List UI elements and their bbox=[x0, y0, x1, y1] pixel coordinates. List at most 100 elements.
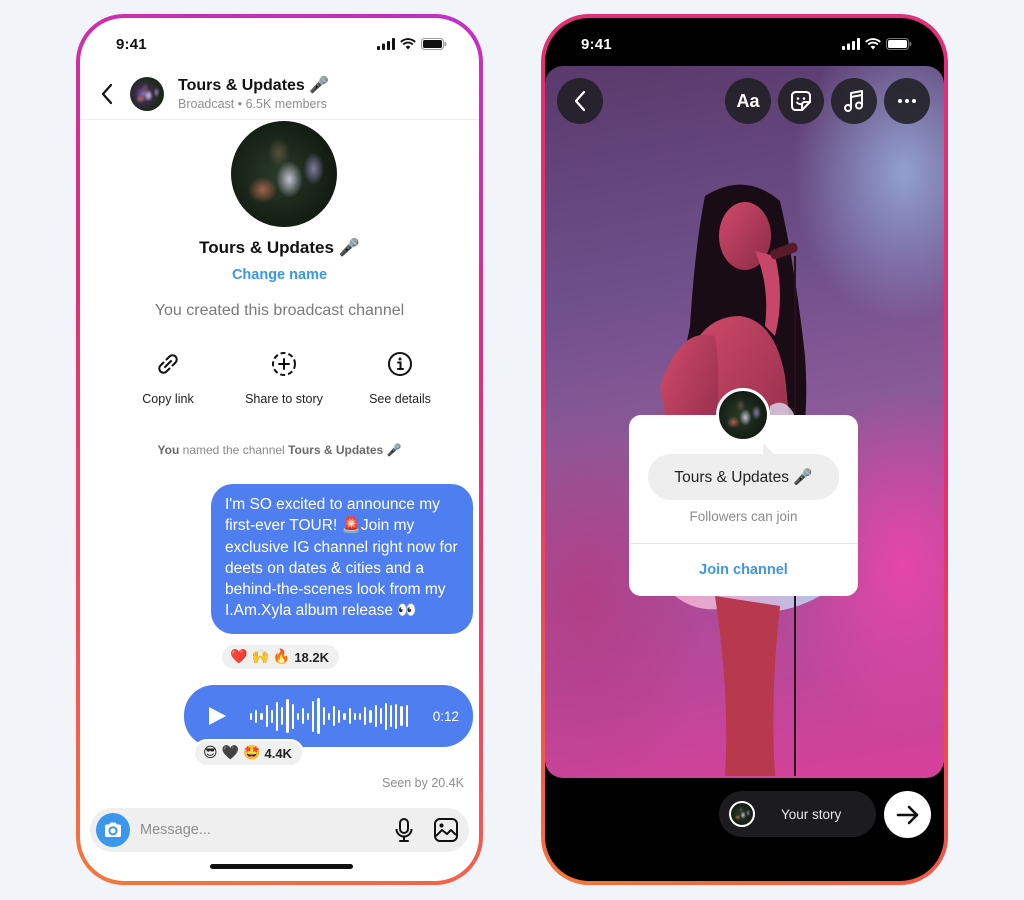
waveform-bar bbox=[374, 705, 377, 727]
battery-icon bbox=[886, 38, 912, 50]
see-details-button[interactable]: See details bbox=[342, 350, 458, 406]
waveform-bar bbox=[265, 705, 268, 727]
voice-duration: 0:12 bbox=[432, 708, 459, 724]
back-button[interactable] bbox=[100, 80, 122, 108]
status-time: 9:41 bbox=[581, 35, 612, 53]
waveform-bar bbox=[270, 709, 273, 723]
join-channel-button[interactable]: Join channel bbox=[629, 543, 858, 596]
text-tool-button[interactable]: Aa bbox=[725, 78, 771, 124]
waveform-bar bbox=[312, 700, 315, 732]
message-bubble-text[interactable]: I'm SO excited to announce my first-ever… bbox=[211, 484, 473, 634]
story-back-button[interactable] bbox=[557, 78, 603, 124]
waveform-bar bbox=[291, 703, 294, 729]
signal-icon bbox=[377, 38, 395, 50]
chat-screen: 9:41 Tours & Updates 🎤 Broadcast • 6.5K … bbox=[80, 18, 479, 881]
waveform-bar bbox=[296, 712, 299, 720]
waveform-bar bbox=[353, 712, 356, 720]
reaction-fire: 🔥 bbox=[272, 649, 291, 665]
sticker-icon bbox=[791, 91, 811, 111]
status-bar: 9:41 bbox=[545, 18, 944, 70]
reaction-raised-hands: 🙌 bbox=[251, 649, 269, 665]
reaction-black-heart: 🖤 bbox=[221, 745, 240, 761]
microphone-icon bbox=[395, 818, 413, 842]
chat-phone-frame: 9:41 Tours & Updates 🎤 Broadcast • 6.5K … bbox=[76, 14, 483, 885]
message-composer bbox=[90, 808, 469, 852]
channel-avatar[interactable] bbox=[130, 76, 164, 111]
header-subtitle: Broadcast • 6.5K members bbox=[178, 96, 327, 111]
link-icon bbox=[158, 354, 178, 374]
image-gallery-icon bbox=[434, 818, 458, 842]
waveform-bar bbox=[260, 712, 263, 720]
camera-icon bbox=[105, 822, 121, 837]
waveform-bar bbox=[327, 712, 330, 720]
voice-message-reactions[interactable]: 😎 🖤 🤩 4.4K bbox=[193, 739, 304, 767]
channel-actions: Copy link Share to story See details bbox=[110, 350, 458, 406]
waveform-bar bbox=[364, 707, 367, 725]
chat-header: Tours & Updates 🎤 Broadcast • 6.5K membe… bbox=[80, 68, 479, 120]
channel-named-notice: You named the channel Tours & Updates 🎤 bbox=[157, 443, 402, 457]
share-next-button[interactable] bbox=[884, 791, 931, 838]
music-note-icon bbox=[844, 90, 863, 112]
waveform-bar bbox=[384, 702, 388, 730]
seen-by-count: Seen by 20.4K bbox=[381, 776, 464, 790]
sticker-channel-avatar bbox=[716, 388, 770, 442]
message-input[interactable] bbox=[140, 822, 375, 838]
more-horizontal-icon bbox=[898, 99, 916, 103]
wifi-icon bbox=[400, 38, 416, 50]
waveform-bar bbox=[390, 705, 393, 727]
gallery-button[interactable] bbox=[433, 817, 459, 843]
story-canvas[interactable]: Aa Tours & Updates 🎤 Followers can join … bbox=[545, 66, 944, 778]
waveform-bar bbox=[317, 698, 320, 734]
audio-waveform[interactable] bbox=[250, 696, 408, 736]
camera-button[interactable] bbox=[96, 813, 130, 847]
sticker-button[interactable] bbox=[778, 78, 824, 124]
waveform-bar bbox=[275, 701, 279, 731]
reaction-star-struck: 🤩 bbox=[243, 745, 261, 761]
more-options-button[interactable] bbox=[884, 78, 930, 124]
chevron-left-icon bbox=[101, 83, 113, 104]
header-title[interactable]: Tours & Updates 🎤 bbox=[178, 76, 329, 96]
share-to-story-label: Share to story bbox=[245, 392, 323, 406]
waveform-bar bbox=[369, 709, 372, 723]
reaction-count: 4.4K bbox=[264, 745, 292, 761]
voice-message-bubble[interactable]: 0:12 bbox=[184, 685, 473, 747]
waveform-bar bbox=[343, 712, 346, 720]
waveform-bar bbox=[322, 707, 325, 725]
waveform-bar bbox=[348, 708, 351, 724]
copy-link-button[interactable]: Copy link bbox=[110, 350, 226, 406]
status-time: 9:41 bbox=[116, 35, 147, 53]
user-avatar bbox=[729, 801, 755, 827]
created-channel-text: You created this broadcast channel bbox=[154, 302, 405, 319]
home-indicator[interactable] bbox=[210, 864, 353, 869]
waveform-bar bbox=[333, 706, 336, 726]
waveform-bar bbox=[379, 708, 382, 724]
signal-icon bbox=[842, 38, 860, 50]
your-story-button[interactable]: Your story bbox=[719, 791, 876, 837]
waveform-bar bbox=[400, 706, 403, 726]
copy-link-label: Copy link bbox=[142, 392, 194, 406]
chevron-left-icon bbox=[574, 90, 586, 112]
story-screen: 9:41 Aa Tours & Updates 🎤 Followers can … bbox=[545, 18, 944, 881]
music-button[interactable] bbox=[831, 78, 877, 124]
see-details-label: See details bbox=[369, 392, 431, 406]
sticker-channel-name: Tours & Updates 🎤 bbox=[648, 454, 839, 500]
followers-can-join-text: Followers can join bbox=[689, 509, 798, 524]
arrow-right-icon bbox=[896, 805, 918, 824]
waveform-bar bbox=[358, 712, 362, 720]
channel-sticker[interactable]: Tours & Updates 🎤 Followers can join Joi… bbox=[629, 415, 858, 596]
reaction-heart: ❤️ bbox=[230, 649, 248, 665]
change-name-link[interactable]: Change name bbox=[80, 267, 479, 283]
your-story-label: Your story bbox=[781, 806, 842, 822]
reaction-sunglasses: 😎 bbox=[203, 745, 218, 761]
waveform-bar bbox=[301, 708, 305, 724]
message-reactions[interactable]: ❤️ 🙌 🔥 18.2K bbox=[220, 643, 342, 671]
waveform-bar bbox=[338, 709, 341, 723]
channel-avatar-large bbox=[231, 121, 337, 227]
share-to-story-button[interactable]: Share to story bbox=[226, 350, 342, 406]
play-icon[interactable] bbox=[206, 705, 228, 727]
waveform-bar bbox=[405, 705, 408, 727]
info-icon bbox=[388, 352, 412, 376]
wifi-icon bbox=[865, 38, 881, 50]
microphone-button[interactable] bbox=[391, 817, 417, 843]
waveform-bar bbox=[281, 707, 284, 725]
